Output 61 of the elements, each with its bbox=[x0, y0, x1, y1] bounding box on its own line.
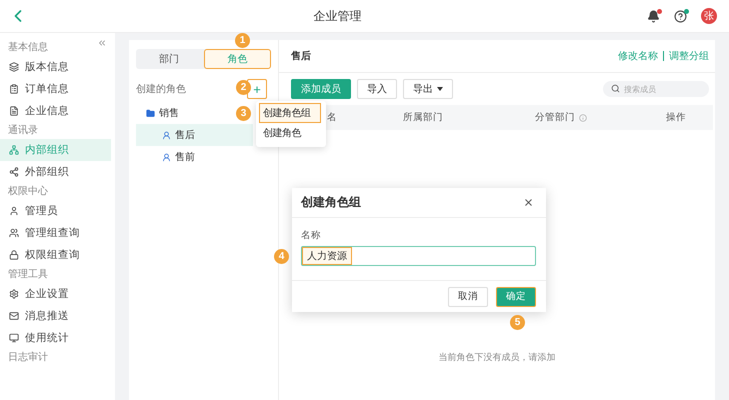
sidebar-item[interactable]: 订单信息 bbox=[0, 78, 111, 100]
sidebar-item[interactable]: 企业信息 bbox=[0, 100, 111, 122]
sidebar-section-title: 管理工具 bbox=[7, 268, 49, 282]
info-icon bbox=[579, 114, 587, 122]
sidebar-item[interactable]: 消息推送 bbox=[0, 305, 111, 327]
empty-message: 当前角色下没有成员，请添加 bbox=[438, 352, 556, 362]
notification-icon[interactable] bbox=[647, 10, 660, 22]
person-icon bbox=[162, 152, 171, 162]
search-icon bbox=[611, 84, 620, 93]
folder-icon bbox=[146, 108, 155, 118]
settings-icon bbox=[9, 289, 19, 299]
org-chart-icon bbox=[9, 145, 19, 155]
menu-item[interactable]: 创建角色组 bbox=[259, 103, 321, 123]
caret-icon bbox=[437, 87, 443, 91]
monitor-icon bbox=[9, 333, 19, 343]
sidebar-item[interactable]: 企业设置 bbox=[0, 283, 111, 305]
dialog-button[interactable]: 取消 bbox=[448, 286, 488, 306]
network-icon bbox=[9, 167, 19, 177]
sidebar-section-title: 基本信息 bbox=[7, 40, 49, 55]
field-label: 名称 bbox=[301, 229, 322, 242]
user-avatar[interactable]: 张 bbox=[701, 8, 717, 24]
dialog-title: 创建角色组 bbox=[301, 194, 361, 211]
lock-icon bbox=[9, 250, 19, 260]
column-header: 操作 bbox=[666, 111, 686, 124]
tab[interactable]: 部门 bbox=[136, 49, 202, 69]
menu-item[interactable]: 创建角色 bbox=[259, 123, 321, 143]
tree-item[interactable]: 售后 bbox=[136, 124, 253, 146]
document-icon bbox=[9, 106, 19, 116]
sidebar-section-title: 日志审计 bbox=[7, 350, 49, 365]
help-icon[interactable] bbox=[674, 10, 687, 22]
column-header: 所属部门 bbox=[403, 111, 443, 124]
search-field[interactable]: 搜索成员 bbox=[603, 81, 709, 97]
sidebar-section-title: 通讯录 bbox=[7, 124, 39, 138]
toolbar-button[interactable]: 导出 bbox=[403, 79, 453, 99]
tree-group[interactable]: 销售 bbox=[136, 102, 231, 124]
toolbar-button[interactable]: 导入 bbox=[357, 79, 397, 99]
sidebar-item[interactable]: 使用统计 bbox=[0, 327, 111, 349]
section-label: 创建的角色 bbox=[136, 82, 186, 96]
collapse-icon[interactable] bbox=[97, 38, 107, 48]
sidebar-section-title: 权限中心 bbox=[7, 184, 49, 199]
sidebar-item[interactable]: 管理员 bbox=[0, 200, 111, 222]
sidebar-item[interactable]: 版本信息 bbox=[0, 56, 111, 78]
page-title: 企业管理 bbox=[312, 8, 362, 24]
sidebar-item[interactable]: 管理组查询 bbox=[0, 222, 111, 244]
close-icon[interactable] bbox=[523, 197, 534, 208]
sidebar-item[interactable]: 外部组织 bbox=[0, 161, 111, 183]
tree-label: 售前 bbox=[175, 151, 195, 164]
tree-label: 售后 bbox=[175, 128, 195, 142]
role-title: 售后 bbox=[291, 50, 311, 63]
tree-label: 销售 bbox=[159, 107, 179, 120]
layers-icon bbox=[9, 62, 19, 72]
tree-item[interactable]: 售前 bbox=[136, 146, 253, 168]
mail-icon bbox=[9, 311, 19, 321]
people-icon bbox=[9, 228, 19, 238]
sidebar-item[interactable]: 权限组查询 bbox=[0, 244, 111, 266]
person-icon bbox=[162, 130, 171, 140]
clipboard-icon bbox=[9, 84, 19, 94]
column-header: 名 bbox=[327, 111, 337, 124]
column-header: 分管部门 bbox=[535, 111, 575, 124]
person-icon bbox=[9, 206, 19, 216]
name-field[interactable]: 人力资源 bbox=[301, 246, 536, 266]
